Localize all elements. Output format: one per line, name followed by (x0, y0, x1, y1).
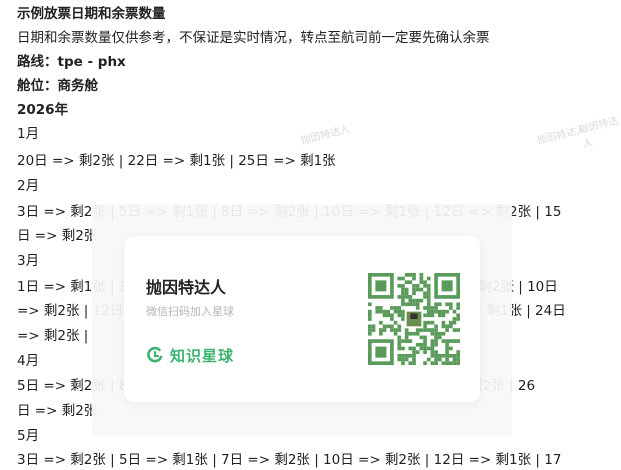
text-line: 4月 (17, 353, 40, 369)
popup-subtitle: 微信扫码加入星球 (146, 305, 234, 318)
text-line: 日 => 剩2张 (17, 228, 98, 244)
brand-name: 知识星球 (170, 346, 235, 365)
text-line: 3日 => 剩2张 | 5日 => 剩1张 | 7日 => 剩2张 | 10日 … (17, 452, 562, 468)
text-line: 示例放票日期和余票数量 (17, 6, 166, 22)
brand-logo[interactable]: 知识星球 (146, 344, 234, 366)
text-line: 日 => 剩2张 (17, 403, 98, 419)
watermark: 抛因特达人 (299, 124, 352, 147)
text-line: 舱位：商务舱 (17, 78, 98, 94)
text-line: 5月 (17, 428, 40, 444)
text-line: 2026年 (17, 102, 69, 118)
watermark: 抛因特达人 (577, 115, 620, 151)
qr-code-icon (368, 273, 460, 365)
text-line: 3月 (17, 253, 40, 269)
brand-icon (147, 346, 163, 363)
text-line: 2月 (17, 178, 40, 194)
popup-title: 抛因特达人 (146, 280, 227, 297)
qr-popup-card: 抛因特达人 微信扫码加入星球 知识星球 (124, 236, 480, 402)
text-line: 日期和余票数量仅供参考，不保证是实时情况，转点至航司前一定要先确认余票 (17, 30, 490, 46)
text-line: 20日 => 剩2张 | 22日 => 剩1张 | 25日 => 剩1张 (17, 153, 336, 169)
text-line: 1月 (17, 126, 40, 142)
text-line: 路线：tpe - phx (17, 54, 126, 70)
text-line: => 剩2张 | (17, 328, 89, 344)
